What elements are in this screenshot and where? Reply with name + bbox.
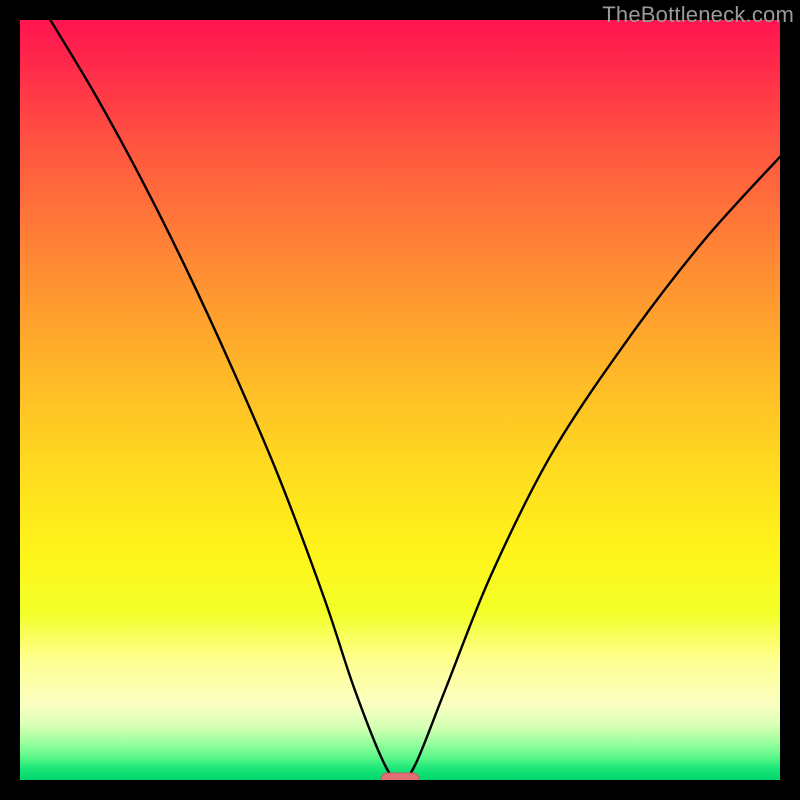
bottleneck-curve bbox=[50, 20, 780, 780]
curve-layer bbox=[20, 20, 780, 780]
optimum-marker bbox=[381, 773, 419, 780]
watermark-text: TheBottleneck.com bbox=[602, 2, 794, 28]
chart-frame: TheBottleneck.com bbox=[0, 0, 800, 800]
plot-area bbox=[20, 20, 780, 780]
